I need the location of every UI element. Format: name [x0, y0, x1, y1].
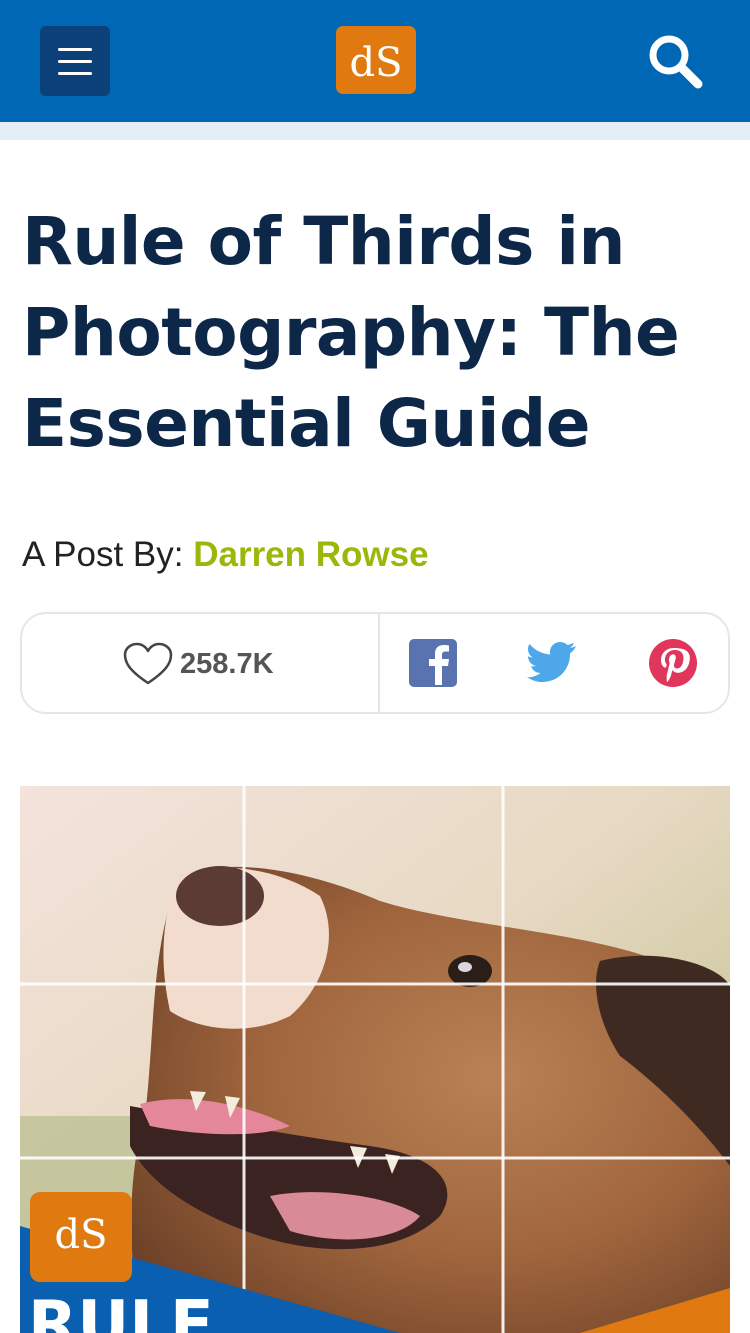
twitter-icon[interactable] [527, 640, 577, 686]
pinterest-icon[interactable] [649, 639, 697, 687]
byline-prefix: A Post By: [22, 535, 184, 574]
hero-badge-text: dS [54, 1212, 107, 1258]
hero-banner-text: RULE [28, 1288, 214, 1333]
share-bar: 258.7K [20, 612, 730, 714]
logo-icon: dS [349, 40, 402, 86]
like-count: 258.7K [180, 647, 274, 680]
search-icon [649, 35, 703, 89]
article-byline: A Post By: Darren Rowse [22, 535, 429, 575]
hamburger-menu-icon [58, 48, 92, 51]
hero-image: dS RULE [20, 786, 730, 1333]
heart-icon [123, 642, 173, 685]
site-logo[interactable]: dS [336, 26, 416, 94]
hamburger-menu-icon-line [58, 60, 92, 63]
like-button[interactable]: 258.7K [122, 640, 274, 688]
logo-text: dS [349, 40, 402, 86]
dog-photo: dS RULE [20, 786, 730, 1333]
search-button[interactable] [644, 30, 706, 92]
facebook-icon[interactable] [409, 639, 457, 687]
site-header: dS [0, 0, 750, 122]
header-divider-strip [0, 122, 750, 140]
share-divider [378, 614, 380, 712]
article-title: Rule of Thirds in Photography: The Essen… [22, 203, 680, 462]
hamburger-menu-button[interactable] [40, 26, 110, 96]
hamburger-menu-icon-line [58, 72, 92, 75]
author-link[interactable]: Darren Rowse [193, 535, 428, 574]
